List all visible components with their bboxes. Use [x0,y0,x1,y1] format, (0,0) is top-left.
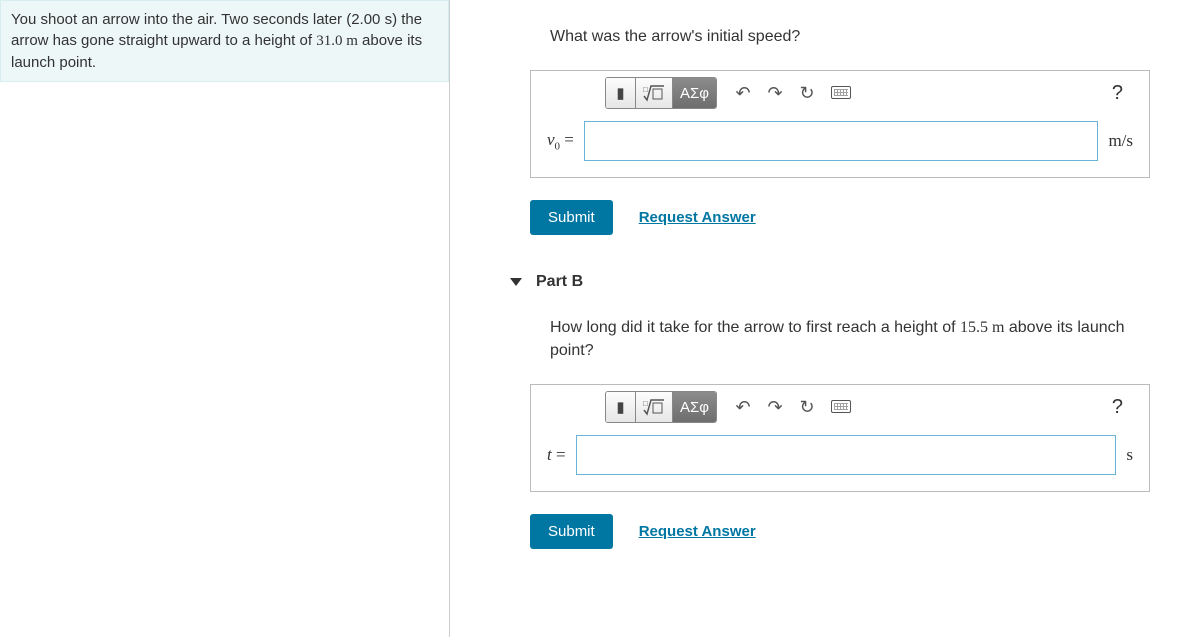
part-a-toolbar: ▮ □ ΑΣφ ↶ ↷ ↻ ? [531,71,1149,111]
reset-button[interactable]: ↻ [791,393,823,422]
svg-text:□: □ [643,85,648,94]
greek-button[interactable]: ΑΣφ [673,78,716,108]
keyboard-button[interactable] [823,393,859,422]
part-b-toolbar: ▮ □ ΑΣφ ↶ ↷ ↻ ? [531,385,1149,425]
part-b-submit-button[interactable]: Submit [530,514,613,549]
part-a-answer-panel: ▮ □ ΑΣφ ↶ ↷ ↻ ? v0 = m/s [530,70,1150,178]
undo-button[interactable]: ↶ [727,79,759,108]
part-b-request-answer-link[interactable]: Request Answer [639,523,756,540]
sqrt-button[interactable]: □ [636,392,673,422]
part-b-header[interactable]: Part B [460,235,1190,291]
part-b-unit: s [1126,445,1133,465]
part-b-variable-label: t = [547,445,566,465]
keyboard-icon [831,86,851,99]
part-b-title: Part B [536,273,583,291]
svg-text:□: □ [643,399,648,408]
part-a-question: What was the arrow's initial speed? [460,0,1190,60]
templates-icon: ▮ [616,84,624,102]
part-a-unit: m/s [1108,131,1133,151]
greek-button[interactable]: ΑΣφ [673,392,716,422]
keyboard-button[interactable] [823,79,859,108]
undo-button[interactable]: ↶ [727,393,759,422]
part-b-answer-input[interactable] [576,435,1117,475]
problem-distance: 31.0 m [316,33,358,49]
sqrt-icon: □ [643,398,665,416]
help-button[interactable]: ? [1104,394,1139,421]
sqrt-button[interactable]: □ [636,78,673,108]
problem-statement: You shoot an arrow into the air. Two sec… [0,0,449,82]
chevron-down-icon [510,278,522,286]
keyboard-icon [831,400,851,413]
sqrt-icon: □ [643,84,665,102]
part-a-request-answer-link[interactable]: Request Answer [639,209,756,226]
help-button[interactable]: ? [1104,80,1139,107]
part-a-answer-input[interactable] [584,121,1099,161]
redo-button[interactable]: ↷ [759,393,791,422]
part-b-answer-panel: ▮ □ ΑΣφ ↶ ↷ ↻ ? t = s [530,384,1150,492]
templates-button[interactable]: ▮ [606,78,636,108]
templates-icon: ▮ [616,398,624,416]
part-a-variable-label: v0 = [547,130,574,152]
part-a-submit-button[interactable]: Submit [530,200,613,235]
part-b-question: How long did it take for the arrow to fi… [460,291,1190,374]
templates-button[interactable]: ▮ [606,392,636,422]
reset-button[interactable]: ↻ [791,79,823,108]
redo-button[interactable]: ↷ [759,79,791,108]
